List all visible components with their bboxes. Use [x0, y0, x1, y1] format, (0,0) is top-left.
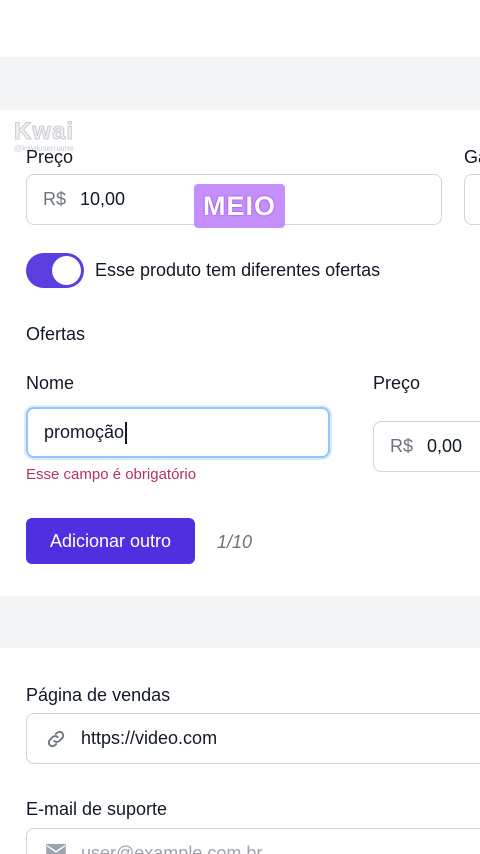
offer-counter: 1/10	[217, 532, 253, 552]
offers-toggle[interactable]	[26, 253, 84, 288]
price-label: Preço	[26, 147, 74, 167]
kwai-logo: Kwai	[13, 118, 75, 146]
sales-page-label: Página de vendas	[26, 685, 171, 705]
offer-price-label: Preço	[373, 373, 421, 393]
offers-toggle-label: Esse produto tem diferentes ofertas	[95, 260, 381, 280]
offer-currency-prefix: R$	[390, 436, 414, 456]
add-offer-button[interactable]: Adicionar outro	[26, 518, 195, 564]
cut-off-label: Ga	[464, 147, 480, 167]
section-divider	[0, 596, 480, 648]
price-value: 10,00	[80, 189, 126, 209]
currency-prefix: R$	[43, 189, 67, 209]
toggle-knob	[52, 256, 81, 285]
text-caret	[125, 421, 128, 444]
offer-name-label: Nome	[26, 373, 75, 393]
mail-icon	[46, 843, 66, 854]
sales-page-input[interactable]: https://video.com	[26, 713, 480, 764]
offers-heading: Ofertas	[26, 324, 86, 344]
link-icon	[47, 730, 65, 747]
support-email-label: E-mail de suporte	[26, 799, 168, 819]
secondary-input[interactable]	[464, 174, 480, 225]
overlay-sticker: MEIO	[194, 184, 285, 228]
section-divider-top	[0, 57, 480, 110]
support-email-input[interactable]: user@example.com.br	[26, 828, 480, 854]
offer-price-input[interactable]: R$ 0,00	[373, 421, 480, 472]
offer-price-value: 0,00	[427, 436, 463, 456]
offer-name-input[interactable]: promoção	[26, 407, 330, 458]
sales-page-value: https://video.com	[81, 728, 218, 748]
required-field-error: Esse campo é obrigatório	[26, 466, 197, 483]
support-email-placeholder: user@example.com.br	[81, 843, 263, 854]
offer-name-value: promoção	[44, 422, 125, 442]
